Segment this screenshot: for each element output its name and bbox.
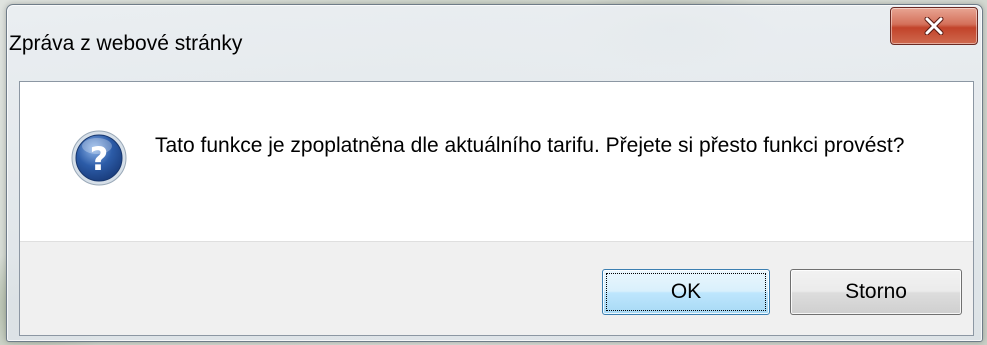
message-dialog: Zpráva z webové stránky ? Tato funkce je… [6, 4, 983, 342]
dialog-content: ? Tato funkce je zpoplatněna dle aktuáln… [19, 81, 974, 336]
question-icon: ? [71, 130, 127, 186]
button-bar: OK Storno [20, 241, 973, 335]
ok-button[interactable]: OK [602, 269, 770, 315]
message-area: ? Tato funkce je zpoplatněna dle aktuáln… [20, 82, 973, 241]
cancel-button[interactable]: Storno [790, 269, 962, 315]
cancel-button-label: Storno [845, 280, 907, 303]
close-button[interactable] [890, 7, 978, 45]
dialog-title: Zpráva z webové stránky [9, 32, 243, 55]
focus-ring [606, 273, 766, 311]
close-icon [924, 17, 944, 35]
svg-text:?: ? [90, 140, 109, 178]
message-text: Tato funkce je zpoplatněna dle aktuálníh… [155, 134, 905, 157]
